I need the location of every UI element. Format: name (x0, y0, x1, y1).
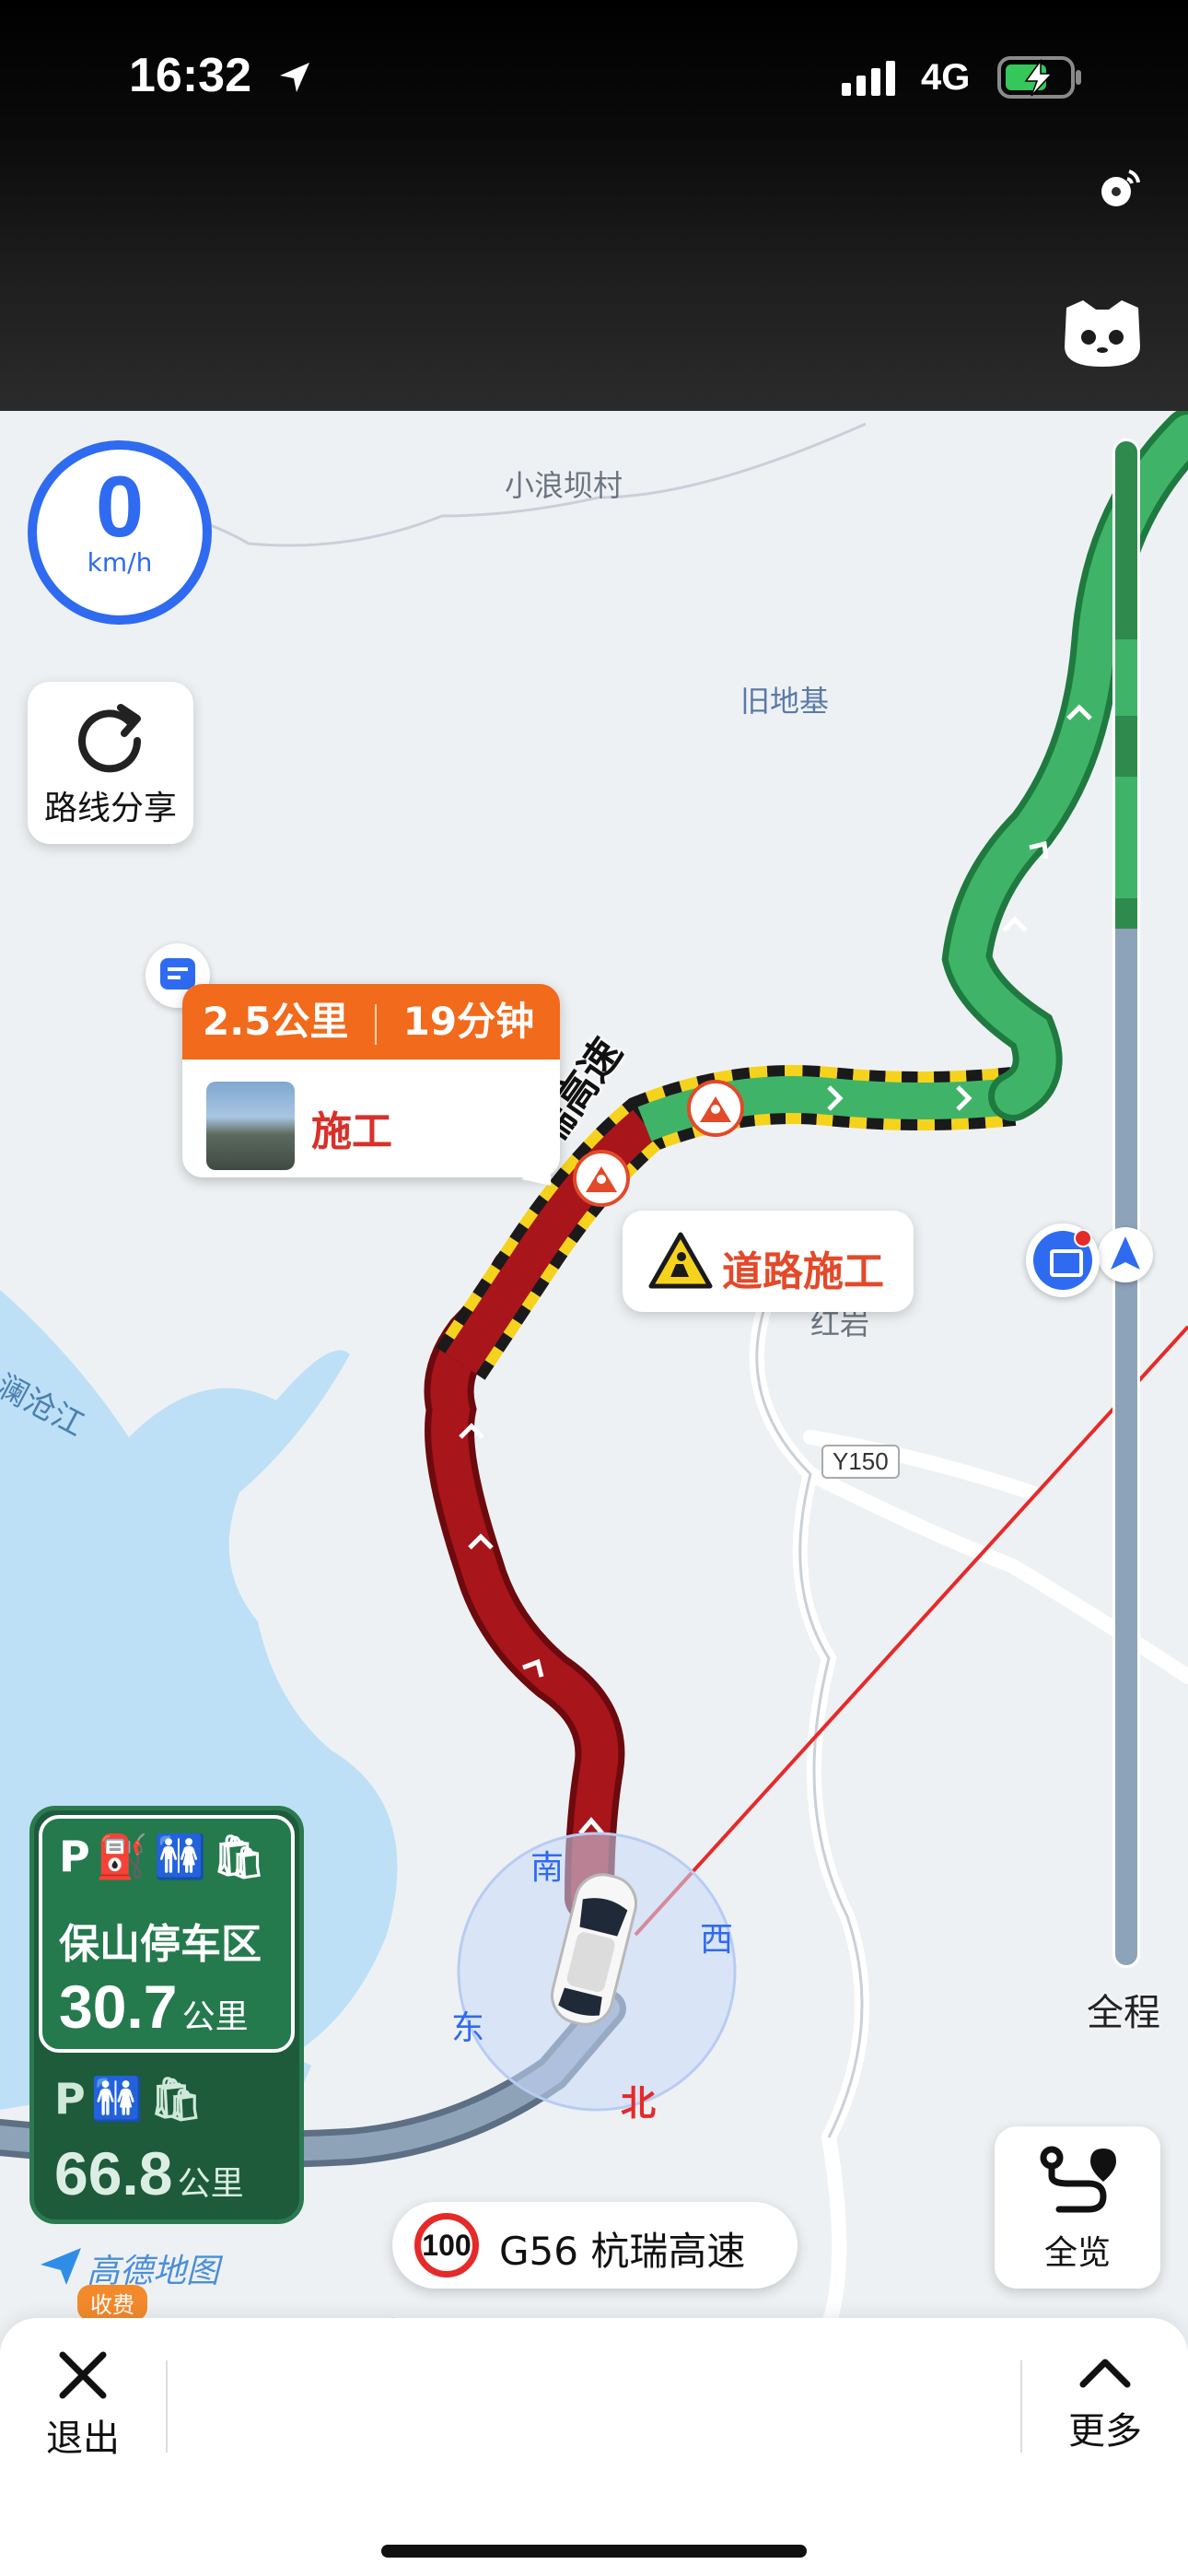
overview-button[interactable]: 全览 (995, 2126, 1160, 2289)
speed-unit: km/h (87, 547, 153, 578)
map-canvas[interactable]: 小浪坝村 旧地基 红岩 澜沧江 Y150 杭瑞高速 0 km/h 路线分享 2.… (0, 411, 1188, 2576)
route-progress-bar (1112, 439, 1140, 1968)
event-distance: 2.5公里 (203, 999, 349, 1044)
share-refresh-icon (78, 704, 142, 773)
service-facility-icons: P🚻🛍 (54, 2074, 209, 2124)
home-indicator (381, 2545, 807, 2558)
map-label-village: 旧地基 (740, 684, 830, 719)
divider (166, 2360, 168, 2453)
report-message-button[interactable] (1026, 1224, 1100, 1297)
compass-west: 西 (700, 1921, 734, 1959)
map-road-code: Y150 (821, 1445, 900, 1479)
route-share-label: 路线分享 (43, 790, 177, 827)
overview-label: 全览 (1043, 2234, 1111, 2272)
service-area-name: 保山停车区 (59, 1921, 262, 1968)
event-eta: 19分钟 (402, 999, 535, 1044)
speed-value: 0 (95, 458, 145, 555)
more-button[interactable]: 更多 (1050, 2346, 1160, 2475)
service-area-distance: 30.7 (59, 1973, 178, 2041)
current-road-pill: 100 G56 杭瑞高速 (392, 2202, 798, 2289)
service-area-distance: 66.8 (54, 2139, 173, 2207)
event-type-label: 施工 (311, 1108, 392, 1155)
road-work-tag[interactable]: 道路施工 (623, 1211, 914, 1312)
service-facility-icons: P⛽🚻🛍 (59, 1832, 272, 1881)
assistant-mascot-icon[interactable] (1059, 297, 1146, 370)
current-road-name: G56 杭瑞高速 (499, 2229, 746, 2274)
full-route-label: 全程 (1087, 1992, 1160, 2034)
construction-marker[interactable] (573, 1150, 630, 1207)
car-position-icon (551, 1873, 637, 2026)
route-overview-icon (1040, 2146, 1116, 2213)
event-thumbnail (206, 1082, 295, 1170)
location-arrow-icon (280, 63, 309, 92)
exit-label: 退出 (46, 2418, 120, 2460)
status-time: 16:32 (129, 49, 251, 102)
warning-triangle-icon (648, 1232, 713, 1289)
construction-marker[interactable] (687, 1080, 744, 1137)
battery-charging-icon (997, 56, 1081, 99)
chevron-up-icon (1079, 2359, 1131, 2388)
network-type: 4G (921, 57, 971, 98)
event-card[interactable]: 2.5公里 19分钟 施工 (182, 984, 560, 1177)
gps-satellite-icon[interactable] (1092, 164, 1144, 216)
divider (1020, 2360, 1022, 2453)
close-icon (59, 2351, 107, 2399)
compass-east: 东 (451, 2009, 485, 2047)
speed-limit-sign: 100 (414, 2213, 479, 2277)
more-label: 更多 (1068, 2410, 1142, 2453)
compass-north: 北 (621, 2083, 657, 2124)
service-area-unit: 公里 (177, 2165, 244, 2203)
event-card-header: 2.5公里 19分钟 (182, 984, 560, 1060)
next-service-area[interactable]: P⛽🚻🛍 保山停车区 30.7 公里 (39, 1815, 295, 2053)
service-area-unit: 公里 (181, 1998, 249, 2036)
map-label-village: 小浪坝村 (505, 468, 623, 503)
signal-icon (842, 61, 895, 96)
exit-button[interactable]: 退出 (28, 2346, 138, 2475)
service-area-panel[interactable]: P⛽🚻🛍 保山停车区 30.7 公里 P🚻🛍 66.8 公里 (29, 1806, 304, 2224)
amap-logo-icon (41, 2248, 81, 2285)
bottom-nav-bar: 退出 更多 (0, 2318, 1188, 2576)
toll-badge: 收费 (77, 2285, 147, 2321)
route-share-button[interactable]: 路线分享 (28, 682, 193, 844)
speedometer: 0 km/h (28, 440, 212, 625)
worker-icon (700, 1096, 731, 1122)
road-work-label: 道路施工 (722, 1248, 884, 1295)
current-position-marker-icon (1098, 1227, 1153, 1282)
worker-icon (586, 1166, 617, 1192)
